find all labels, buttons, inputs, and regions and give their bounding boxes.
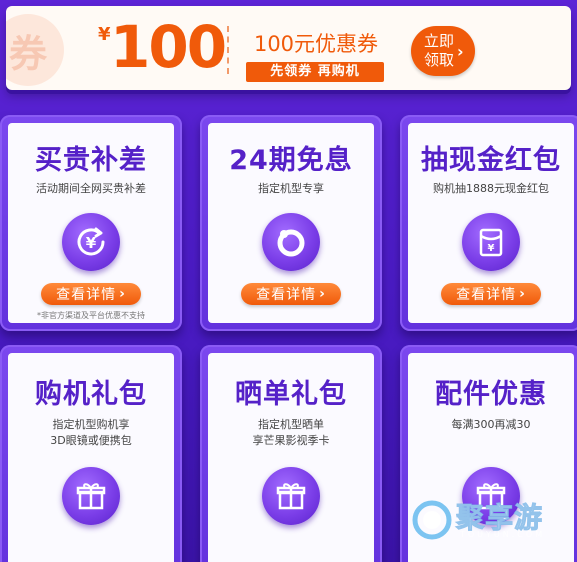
card-body: 24期免息 指定机型专享 查看详情 › xyxy=(208,123,374,323)
card-subtitle-line: 3D眼镜或便携包 xyxy=(50,434,132,447)
chevron-right-icon: › xyxy=(319,286,326,302)
card-body: 配件优惠 每满300再减30 xyxy=(408,353,574,562)
claim-coupon-label: 立即领取 xyxy=(423,32,454,69)
benefit-card-price-protection: 买贵补差 活动期间全网买贵补差 ¥ 查看详情 › *非官方渠道及平台优惠不支持 xyxy=(0,115,182,331)
coupon-currency: ¥ xyxy=(98,24,111,45)
coupon-amount: 100 xyxy=(110,13,227,81)
card-body: 买贵补差 活动期间全网买贵补差 ¥ 查看详情 › *非官方渠道及平台优惠不支持 xyxy=(8,123,174,323)
card-body: 晒单礼包 指定机型晒单 享芒果影视季卡 xyxy=(208,353,374,562)
view-details-button[interactable]: 查看详情 › xyxy=(41,283,141,305)
chevron-right-icon: › xyxy=(519,286,526,302)
card-disclaimer: *非官方渠道及平台优惠不支持 xyxy=(37,311,145,320)
yen-refund-icon: ¥ xyxy=(62,213,120,271)
card-subtitle-line: 指定机型购机享 xyxy=(52,418,130,431)
svg-text:¥: ¥ xyxy=(488,243,495,254)
card-subtitle-line: 享芒果影视季卡 xyxy=(252,434,330,447)
gift-icon xyxy=(262,467,320,525)
card-title: 购机礼包 xyxy=(35,379,147,410)
benefit-card-red-envelope: 抽现金红包 购机抽1888元现金红包 ¥ 查看详情 › xyxy=(400,115,577,331)
coupon-banner: 券 ¥ 100 100元优惠券 先领券 再购机 立即领取 › xyxy=(6,6,571,90)
chevron-right-icon: › xyxy=(457,41,464,61)
card-subtitle: 活动期间全网买贵补差 xyxy=(36,182,146,195)
view-details-button[interactable]: 查看详情 › xyxy=(441,283,541,305)
card-title: 抽现金红包 xyxy=(421,145,561,176)
card-title: 买贵补差 xyxy=(35,145,147,176)
gift-icon xyxy=(462,467,520,525)
benefit-card-review-gift: 晒单礼包 指定机型晒单 享芒果影视季卡 xyxy=(200,345,382,562)
benefit-card-interest-free: 24期免息 指定机型专享 查看详情 › xyxy=(200,115,382,331)
svg-text:¥: ¥ xyxy=(86,234,97,252)
gift-icon xyxy=(62,467,120,525)
view-details-button[interactable]: 查看详情 › xyxy=(241,283,341,305)
chevron-right-icon: › xyxy=(119,286,126,302)
coupon-title: 100元优惠券 xyxy=(253,32,379,56)
view-details-label: 查看详情 xyxy=(456,287,517,303)
claim-coupon-button[interactable]: 立即领取 › xyxy=(411,26,475,76)
coupon-stamp: 券 xyxy=(6,14,64,86)
view-details-label: 查看详情 xyxy=(256,287,317,303)
card-subtitle: 购机抽1888元现金红包 xyxy=(433,182,549,195)
card-body: 抽现金红包 购机抽1888元现金红包 ¥ 查看详情 › xyxy=(408,123,574,323)
red-envelope-icon: ¥ xyxy=(462,213,520,271)
card-title: 配件优惠 xyxy=(435,379,547,410)
coupon-tag: 先领券 再购机 xyxy=(246,62,384,82)
coupon-divider xyxy=(227,26,229,74)
benefit-card-purchase-gift: 购机礼包 指定机型购机享 3D眼镜或便携包 xyxy=(0,345,182,562)
installment-icon xyxy=(262,213,320,271)
card-subtitle-line: 指定机型晒单 xyxy=(258,418,324,431)
card-subtitle: 指定机型专享 xyxy=(258,182,324,195)
benefit-card-accessory-discount: 配件优惠 每满300再减30 xyxy=(400,345,577,562)
card-body: 购机礼包 指定机型购机享 3D眼镜或便携包 xyxy=(8,353,174,562)
card-subtitle: 每满300再减30 xyxy=(451,418,531,431)
view-details-label: 查看详情 xyxy=(56,287,117,303)
card-title: 24期免息 xyxy=(229,145,353,176)
card-title: 晒单礼包 xyxy=(235,379,347,410)
